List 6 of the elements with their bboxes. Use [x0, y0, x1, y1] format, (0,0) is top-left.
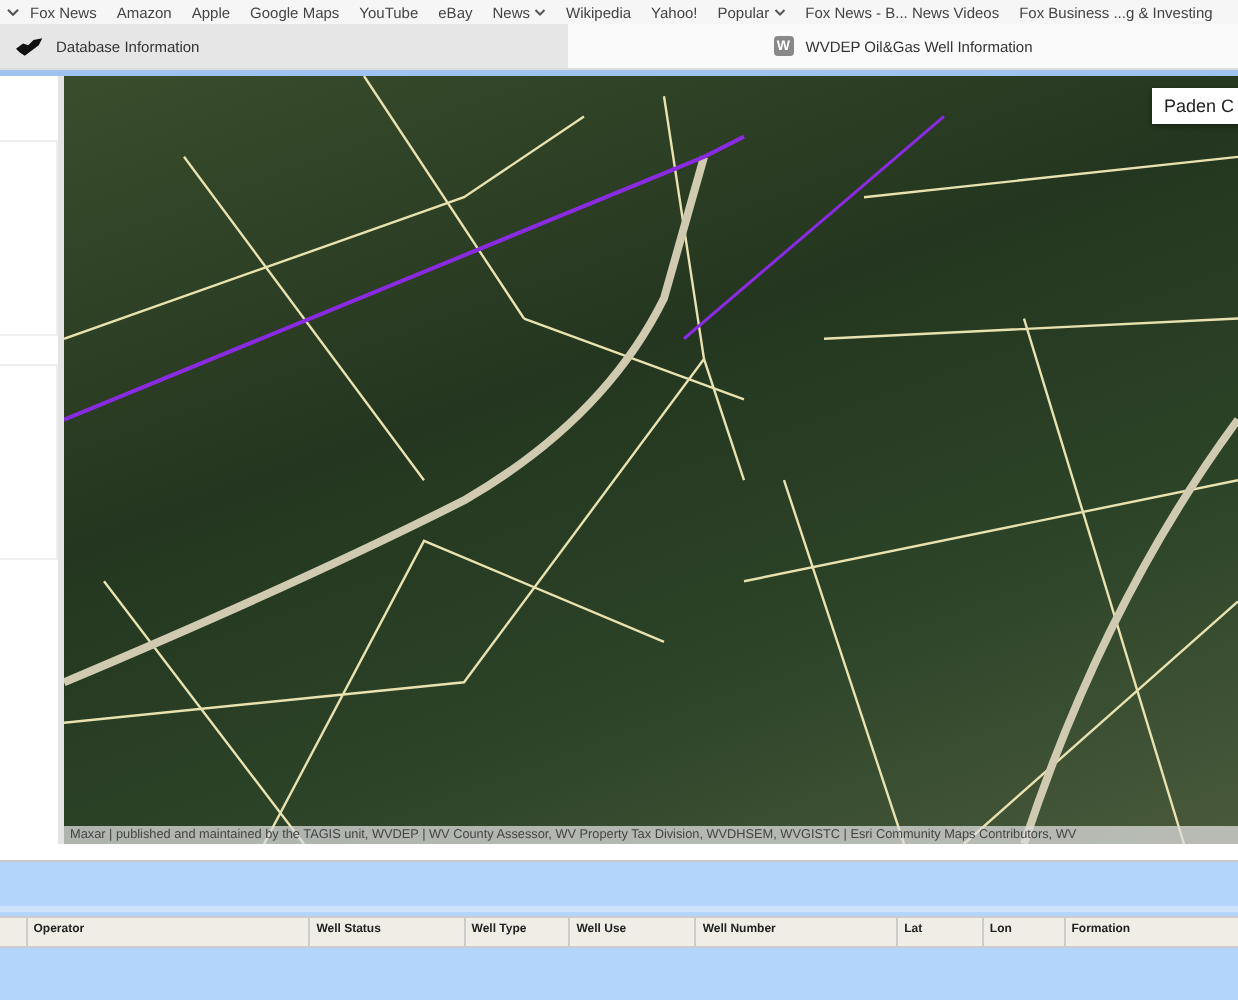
map-popup: Paden C [1151, 88, 1238, 124]
splitter-handle[interactable] [0, 844, 1238, 862]
chevron-icon[interactable] [6, 7, 20, 17]
state-shape-icon [16, 37, 44, 55]
chevron-icon[interactable] [534, 7, 547, 17]
chevron-icon[interactable] [773, 7, 786, 17]
